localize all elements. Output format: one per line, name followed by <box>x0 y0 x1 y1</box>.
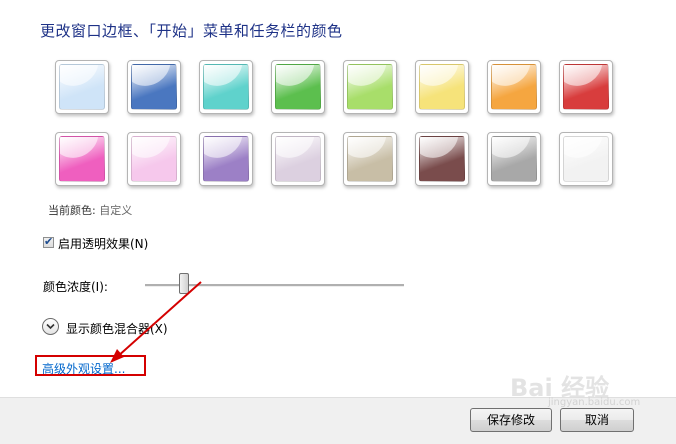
color-swatch-violet[interactable] <box>199 132 253 186</box>
current-color-info: 当前颜色: 自定义 <box>48 202 132 218</box>
checkmark-icon: ✔ <box>44 235 54 248</box>
color-swatch-sea[interactable] <box>199 60 253 114</box>
color-swatch-fill <box>419 64 465 110</box>
save-changes-button[interactable]: 保存修改 <box>470 408 552 432</box>
color-swatch-frost[interactable] <box>559 132 613 186</box>
color-intensity-label: 颜色浓度(I): <box>43 280 108 294</box>
color-swatch-fill <box>491 64 537 110</box>
color-swatch-fill <box>203 64 249 110</box>
color-swatch-lavender[interactable] <box>271 132 325 186</box>
chevron-down-icon <box>46 323 55 330</box>
current-color-value: 自定义 <box>99 204 133 217</box>
color-swatch-fill <box>347 64 393 110</box>
transparency-label[interactable]: 启用透明效果(N) <box>58 235 148 252</box>
color-swatch-chocolate[interactable] <box>415 132 469 186</box>
color-swatch-ruby[interactable] <box>559 60 613 114</box>
cancel-button[interactable]: 取消 <box>560 408 634 432</box>
color-swatch-fill <box>275 136 321 182</box>
color-swatch-fill <box>491 136 537 182</box>
color-swatch-fill <box>131 136 177 182</box>
transparency-checkbox[interactable]: ✔ <box>43 235 54 248</box>
color-swatch-slate[interactable] <box>487 132 541 186</box>
current-color-label: 当前颜色: <box>48 204 96 217</box>
color-swatch-fill <box>275 64 321 110</box>
color-swatch-fill <box>59 64 105 110</box>
color-swatch-fill <box>347 136 393 182</box>
color-swatch-fuchsia[interactable] <box>55 132 109 186</box>
color-swatch-fill <box>419 136 465 182</box>
color-swatch-fill <box>59 136 105 182</box>
color-swatch-fill <box>131 64 177 110</box>
color-swatch-sun[interactable] <box>415 60 469 114</box>
annotation-highlight-box <box>35 355 146 376</box>
color-swatch-taupe[interactable] <box>343 132 397 186</box>
page-title: 更改窗口边框、「开始」菜单和任务栏的颜色 <box>40 22 343 40</box>
color-swatch-lime[interactable] <box>343 60 397 114</box>
color-swatch-sky[interactable] <box>55 60 109 114</box>
color-swatch-fill <box>203 136 249 182</box>
watermark-url: jingyan.baidu.com <box>548 397 641 408</box>
color-intensity-slider-thumb[interactable] <box>178 273 189 294</box>
color-swatch-twilight[interactable] <box>127 60 181 114</box>
color-mixer-expand-button[interactable] <box>42 318 59 335</box>
color-mixer-label[interactable]: 显示颜色混合器(X) <box>66 320 168 337</box>
color-swatch-leaf[interactable] <box>271 60 325 114</box>
color-swatch-fill <box>563 136 609 182</box>
color-swatch-blush[interactable] <box>127 132 181 186</box>
color-swatch-pumpkin[interactable] <box>487 60 541 114</box>
color-swatch-fill <box>563 64 609 110</box>
